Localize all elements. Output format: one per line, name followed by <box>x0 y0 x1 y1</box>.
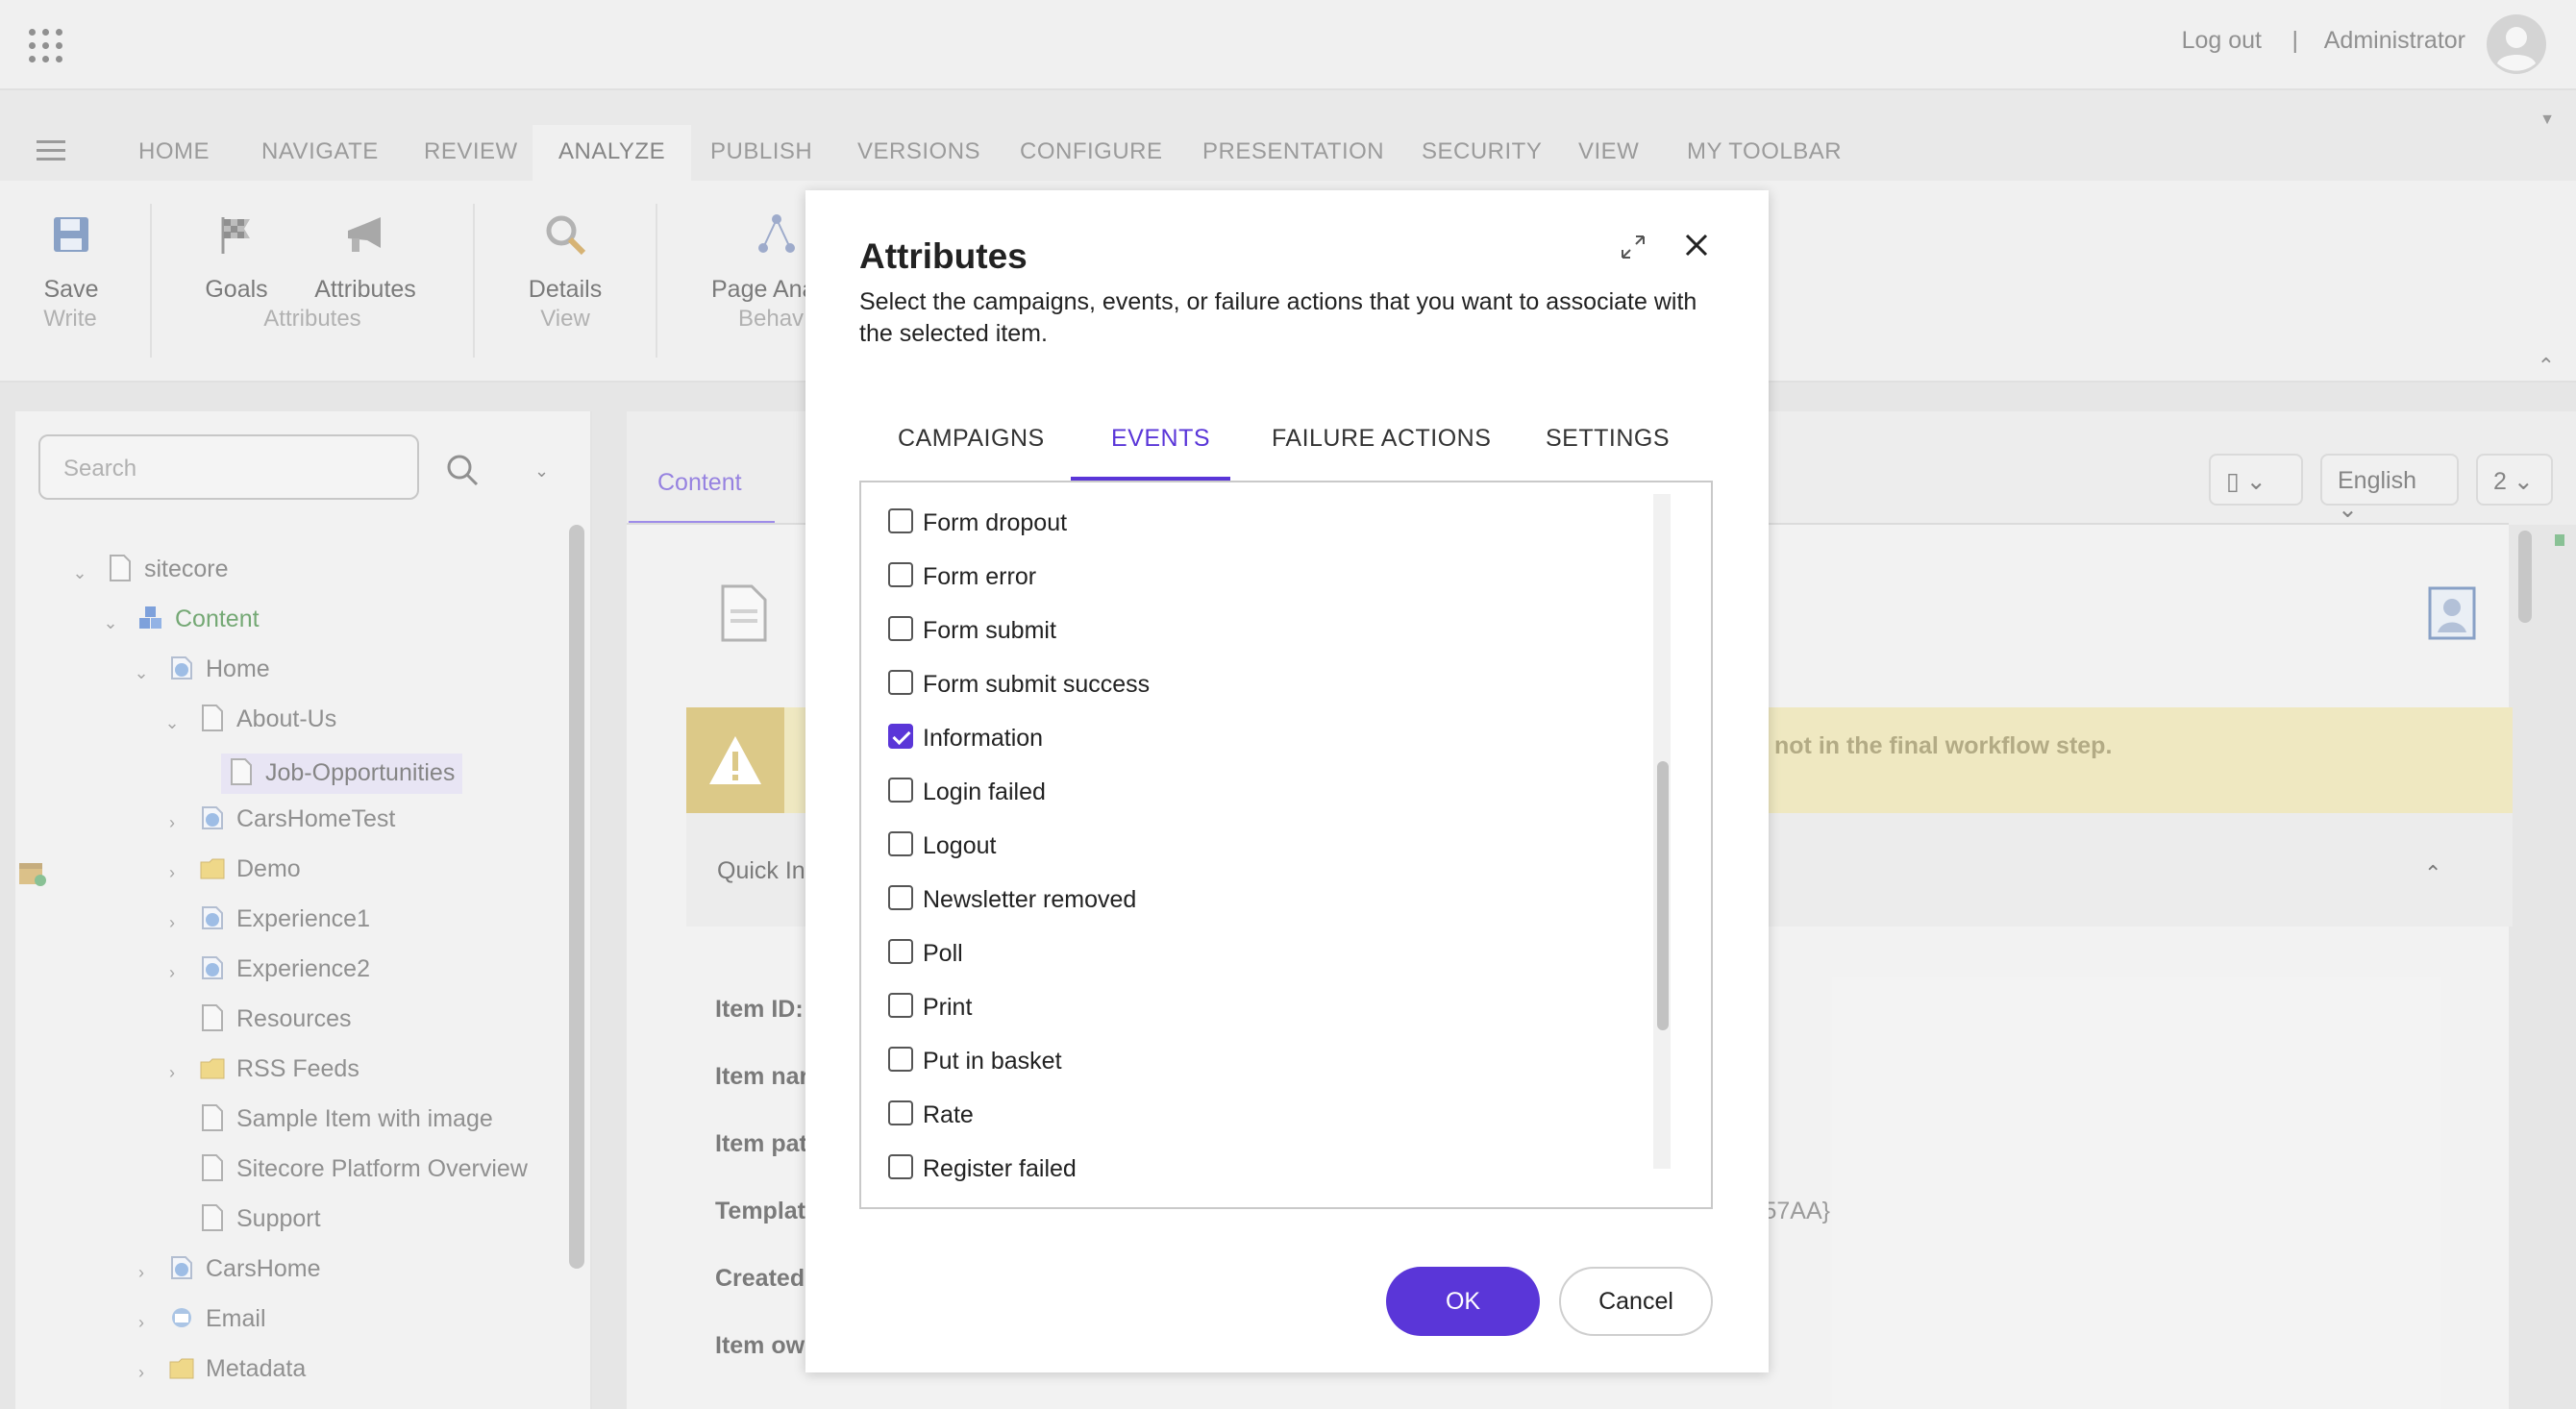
event-label: Put in basket <box>923 1048 1062 1075</box>
event-checkbox-information[interactable]: Information <box>888 724 1044 763</box>
events-scrollbar[interactable] <box>1657 761 1669 1030</box>
checkbox[interactable] <box>888 1047 913 1073</box>
event-label: Poll <box>923 940 963 967</box>
tab-failure-actions[interactable]: FAILURE ACTIONS <box>1272 425 1491 453</box>
event-label: Print <box>923 994 973 1021</box>
event-label: Form submit <box>923 617 1056 644</box>
event-label: Register failed <box>923 1155 1077 1182</box>
attributes-dialog: Attributes Select the campaigns, events,… <box>805 190 1769 1372</box>
checkbox[interactable] <box>888 831 913 857</box>
cancel-button[interactable]: Cancel <box>1559 1267 1713 1336</box>
event-checkbox-form-submit-success[interactable]: Form submit success <box>888 670 1151 709</box>
event-checkbox-logout[interactable]: Logout <box>888 831 997 871</box>
checkbox[interactable] <box>888 1154 913 1180</box>
event-checkbox-register-failed[interactable]: Register failed <box>888 1154 1077 1194</box>
expand-icon[interactable] <box>1619 233 1647 261</box>
events-list: Form dropout Form error Form submit Form… <box>859 481 1713 1209</box>
event-checkbox-form-error[interactable]: Form error <box>888 562 1037 602</box>
ok-button[interactable]: OK <box>1386 1267 1540 1336</box>
checkbox[interactable] <box>888 778 913 803</box>
dialog-description: Select the campaigns, events, or failure… <box>859 288 1697 347</box>
event-checkbox-form-submit[interactable]: Form submit <box>888 616 1056 655</box>
event-label: Information <box>923 725 1044 752</box>
checkbox-checked[interactable] <box>888 724 913 750</box>
checkbox[interactable] <box>888 562 913 588</box>
event-label: Form submit success <box>923 671 1151 698</box>
checkbox[interactable] <box>888 939 913 965</box>
event-checkbox-login-failed[interactable]: Login failed <box>888 778 1046 817</box>
event-label: Newsletter removed <box>923 886 1137 913</box>
checkbox[interactable] <box>888 670 913 696</box>
tab-events[interactable]: EVENTS <box>1111 425 1210 453</box>
event-label: Form error <box>923 563 1037 590</box>
event-label: Rate <box>923 1101 974 1128</box>
event-label: Login failed <box>923 779 1046 805</box>
event-label: Form dropout <box>923 509 1068 536</box>
tab-settings[interactable]: SETTINGS <box>1546 425 1670 453</box>
checkbox[interactable] <box>888 508 913 534</box>
event-checkbox-poll[interactable]: Poll <box>888 939 963 978</box>
event-checkbox-newsletter-removed[interactable]: Newsletter removed <box>888 885 1137 925</box>
event-checkbox-print[interactable]: Print <box>888 993 973 1032</box>
checkbox[interactable] <box>888 885 913 911</box>
event-checkbox-rate[interactable]: Rate <box>888 1100 974 1140</box>
event-checkbox-put-in-basket[interactable]: Put in basket <box>888 1047 1062 1086</box>
checkbox[interactable] <box>888 616 913 642</box>
event-checkbox-form-dropout[interactable]: Form dropout <box>888 508 1068 548</box>
dialog-title: Attributes <box>859 236 1028 276</box>
checkbox[interactable] <box>888 993 913 1019</box>
tab-campaigns[interactable]: CAMPAIGNS <box>898 425 1045 453</box>
event-label: Logout <box>923 832 997 859</box>
close-icon[interactable] <box>1682 231 1711 260</box>
checkbox[interactable] <box>888 1100 913 1126</box>
